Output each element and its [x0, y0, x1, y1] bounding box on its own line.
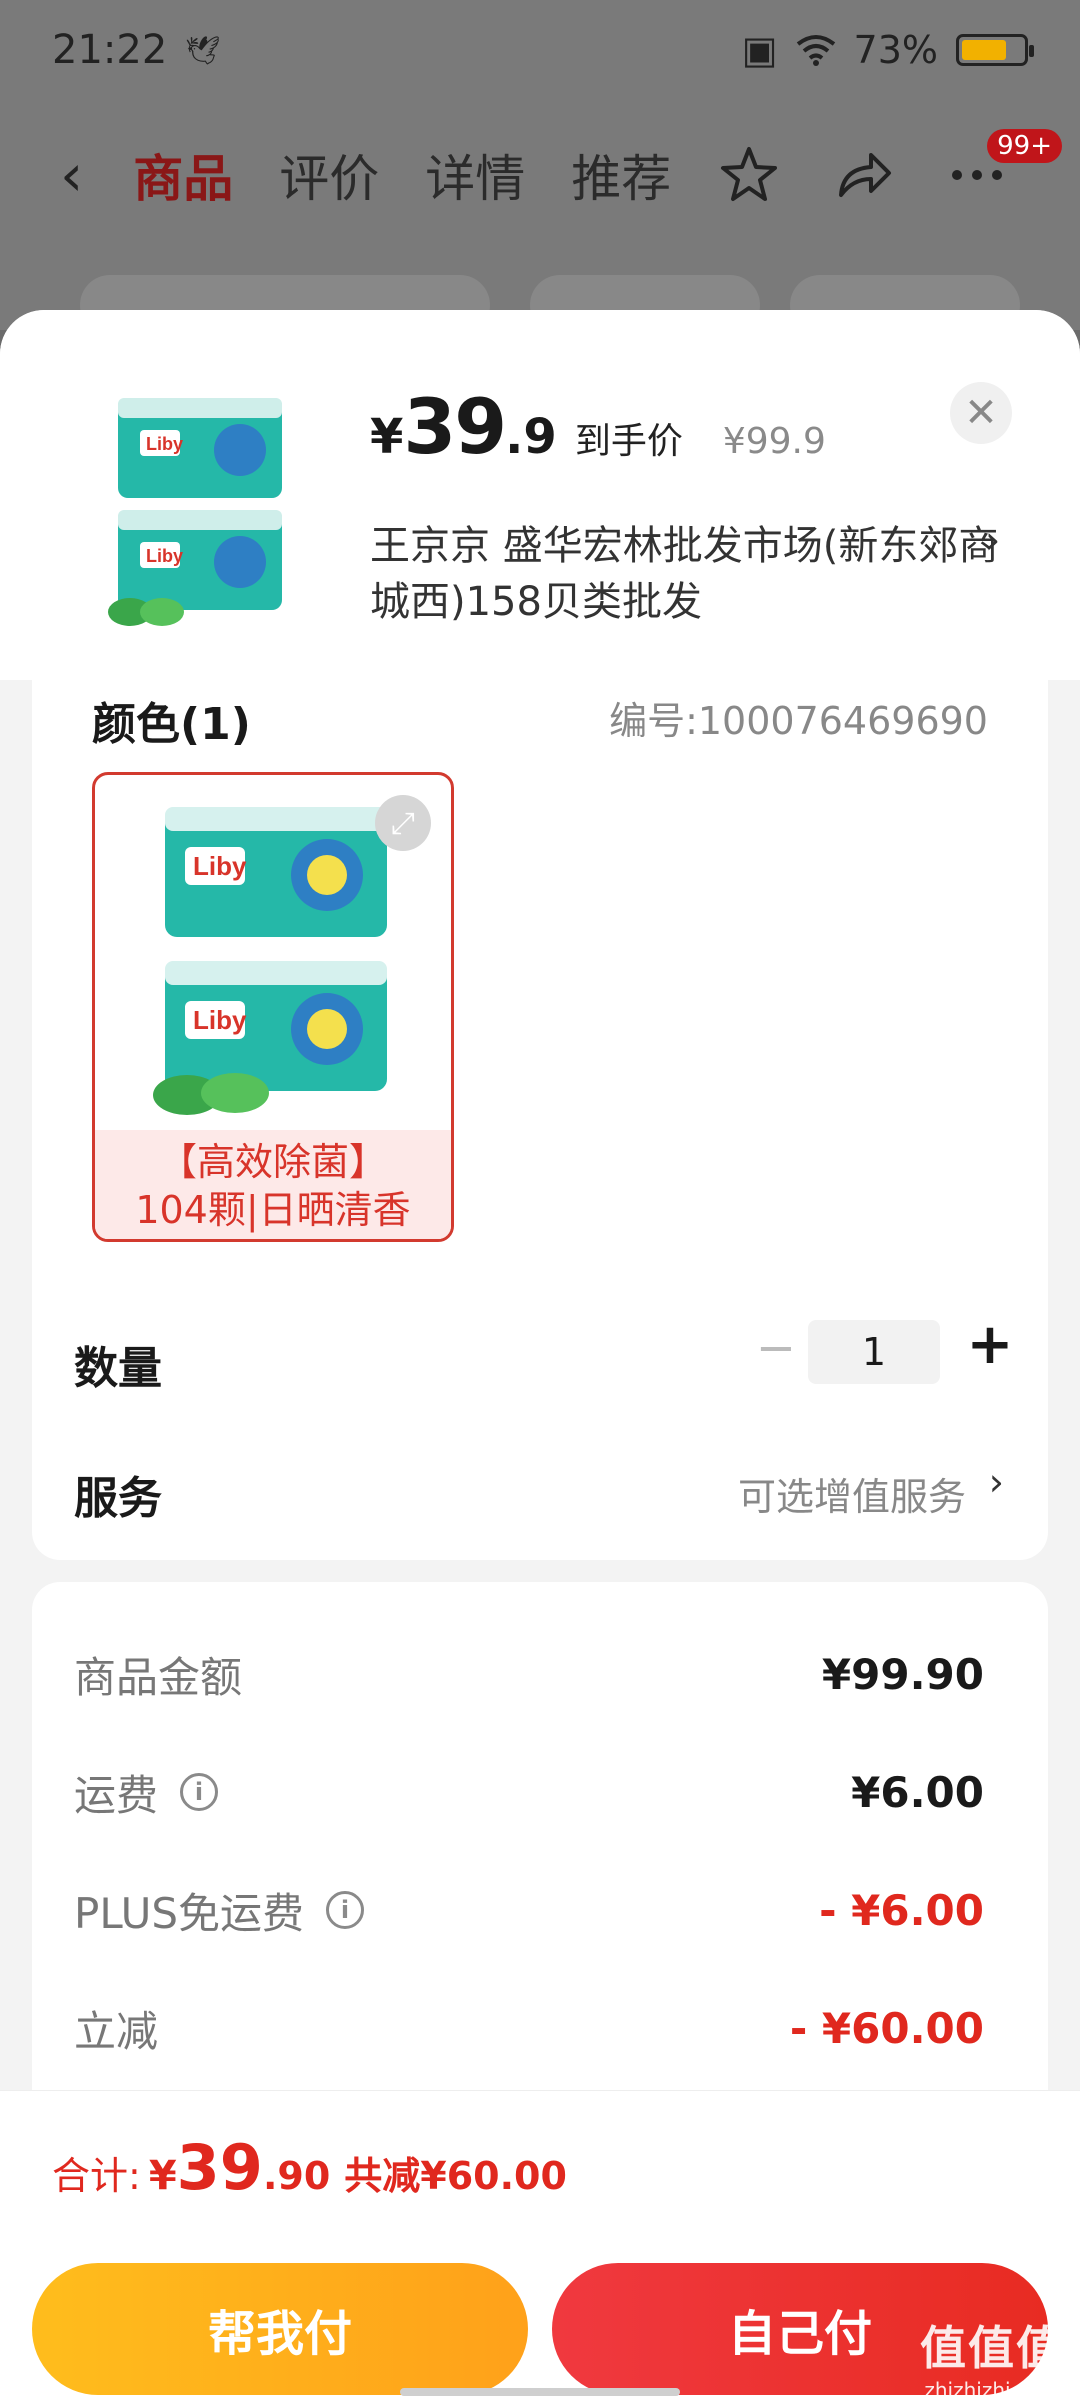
- status-time: 21:22: [52, 27, 168, 73]
- fee-card: 商品金额 ¥99.90 运费 i ¥6.00 PLUS免运费 i - ¥6.00…: [32, 1582, 1048, 2142]
- tab-details[interactable]: 详情: [425, 139, 525, 211]
- status-bar: 21:22 🕊 ▣ 73%: [0, 0, 1080, 100]
- fee-label: PLUS免运费: [74, 1888, 305, 1938]
- info-icon[interactable]: i: [326, 1891, 365, 1929]
- chevron-right-icon[interactable]: ›: [985, 518, 1000, 562]
- variant-option[interactable]: Liby Liby ⤢ 【高效除菌】 104颗|日晒清香: [92, 772, 454, 1242]
- fee-value: - ¥60.00: [789, 2003, 984, 2053]
- fee-value: ¥99.90: [821, 1649, 984, 1699]
- top-nav: ‹ 商品 评价 详情 推荐 99+: [0, 125, 1080, 225]
- svg-text:Liby: Liby: [146, 434, 183, 454]
- spec-card: 颜色(1) 编号:100076469690 Liby Liby ⤢ 【高效除菌】…: [32, 680, 1048, 1560]
- notification-icon: 🕊: [185, 33, 221, 67]
- home-indicator[interactable]: [400, 2388, 680, 2396]
- battery-icon: [956, 34, 1034, 66]
- status-right: ▣ 73%: [741, 28, 1034, 72]
- svg-text:Liby: Liby: [146, 546, 183, 566]
- variant-label-line2: 104颗|日晒清香: [135, 1188, 411, 1232]
- total-label: 合计:: [52, 2154, 141, 2198]
- help-pay-button[interactable]: 帮我付: [32, 2263, 528, 2395]
- fee-row: PLUS免运费 i - ¥6.00: [74, 1880, 984, 1940]
- tab-recommend[interactable]: 推荐: [571, 139, 671, 211]
- total-row: 合计: ¥ 39 .90 共减¥60.00: [52, 2131, 567, 2204]
- fee-label: 商品金额: [74, 1652, 243, 1702]
- fee-label: 立减: [74, 2006, 159, 2056]
- quantity-input[interactable]: 1: [808, 1320, 940, 1384]
- background-page: 21:22 🕊 ▣ 73% ‹ 商品 评价 详情 推荐 99+: [0, 0, 1080, 335]
- watermark-url: zhizhizhi.com: [924, 2378, 1060, 2400]
- close-icon[interactable]: ✕: [950, 382, 1012, 444]
- info-icon[interactable]: i: [180, 1773, 219, 1811]
- fee-row: 运费 i ¥6.00: [74, 1762, 984, 1822]
- watermark: 值值值 zhizhizhi.com: [920, 2312, 1064, 2400]
- message-badge: 99+: [987, 129, 1062, 163]
- service-value[interactable]: 可选增值服务: [738, 1466, 966, 1521]
- sku-number: 编号:100076469690: [609, 699, 988, 743]
- sheet-header: Liby Liby ¥ 39 .9 到手价 ¥99.9 ✕ 王京京 盛华宏林批发…: [0, 310, 1080, 680]
- price-currency: ¥: [370, 409, 404, 465]
- tab-reviews[interactable]: 评价: [279, 139, 379, 211]
- quantity-label: 数量: [74, 1343, 162, 1394]
- price-tag: 到手价: [574, 421, 683, 462]
- purchase-sheet: Liby Liby ¥ 39 .9 到手价 ¥99.9 ✕ 王京京 盛华宏林批发…: [0, 310, 1080, 2400]
- checkout-footer: 合计: ¥ 39 .90 共减¥60.00 帮我付 自己付: [0, 2090, 1080, 2400]
- chevron-right-icon[interactable]: ›: [989, 1460, 1004, 1504]
- tab-product[interactable]: 商品: [133, 139, 233, 211]
- fee-row: 商品金额 ¥99.90: [74, 1644, 984, 1704]
- battery-text: 73%: [853, 28, 938, 72]
- svg-text:Liby: Liby: [193, 851, 247, 881]
- product-thumbnail: Liby Liby: [108, 398, 282, 626]
- total-currency: ¥: [148, 2153, 177, 2199]
- service-label: 服务: [74, 1473, 162, 1524]
- quantity-minus-button[interactable]: −: [746, 1320, 806, 1380]
- sim-icon: ▣: [741, 28, 778, 72]
- color-label: 颜色(1): [92, 699, 251, 750]
- fee-row: 立减 - ¥60.00: [74, 1998, 984, 2058]
- original-price: ¥99.9: [722, 421, 826, 462]
- variant-label: 【高效除菌】 104颗|日晒清香: [95, 1130, 451, 1239]
- fee-value: - ¥6.00: [819, 1885, 984, 1935]
- share-icon[interactable]: [831, 143, 895, 207]
- total-decimal: .90: [262, 2154, 331, 2198]
- expand-icon[interactable]: ⤢: [375, 795, 431, 851]
- star-icon[interactable]: [717, 143, 781, 207]
- svg-text:Liby: Liby: [193, 1005, 247, 1035]
- back-icon[interactable]: ‹: [60, 141, 83, 209]
- price-decimal: .9: [505, 409, 557, 465]
- fee-value: ¥6.00: [851, 1767, 984, 1817]
- price-row: ¥ 39 .9 到手价 ¥99.9: [370, 382, 826, 471]
- wifi-icon: [796, 35, 835, 66]
- price-integer: 39: [403, 382, 507, 471]
- variant-label-line1: 【高效除菌】: [158, 1140, 387, 1184]
- shop-address[interactable]: 王京京 盛华宏林批发市场(新东郊商城西)158贝类批发: [370, 518, 1000, 630]
- total-integer: 39: [176, 2131, 263, 2204]
- fee-label: 运费: [74, 1770, 159, 1820]
- total-saved: 共减¥60.00: [344, 2154, 567, 2198]
- watermark-text: 值值值: [920, 2321, 1064, 2375]
- quantity-plus-button[interactable]: +: [960, 1312, 1020, 1382]
